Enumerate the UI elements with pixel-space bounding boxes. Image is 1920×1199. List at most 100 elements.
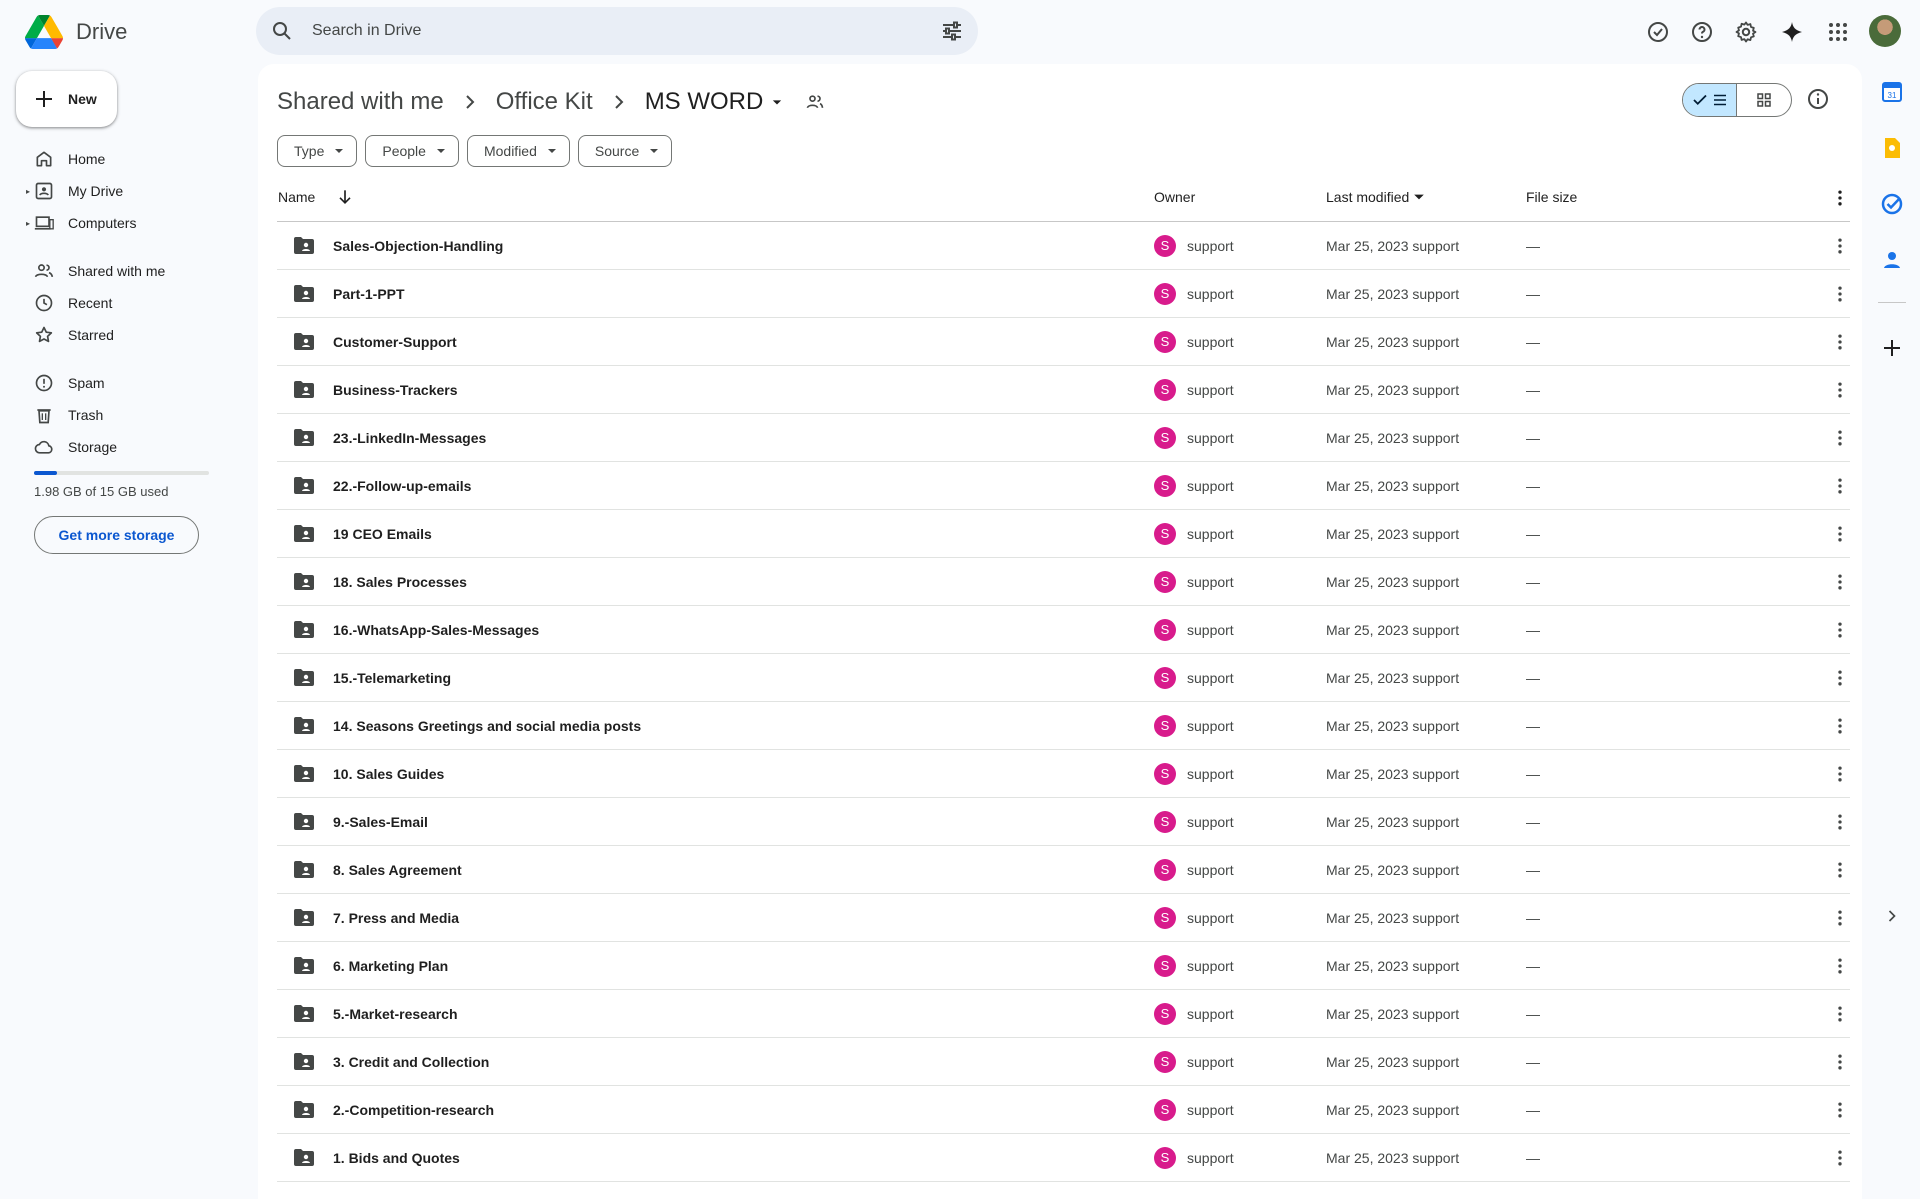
table-row[interactable]: 5.-Market-research Ssupport Mar 25, 2023 s… — [277, 990, 1850, 1038]
file-name[interactable]: 19 CEO Emails — [333, 526, 432, 542]
table-row[interactable]: 1. Bids and Quotes Ssupport Mar 25, 2023 s… — [277, 1134, 1850, 1182]
search-input[interactable] — [312, 15, 872, 47]
more-actions-icon[interactable] — [1830, 620, 1850, 640]
more-actions-icon[interactable] — [1830, 572, 1850, 592]
drive-logo[interactable]: Drive — [24, 12, 127, 52]
file-name[interactable]: 15.-Telemarketing — [333, 670, 451, 686]
table-row[interactable]: Business-Trackers Ssupport Mar 25, 2023 su… — [277, 366, 1850, 414]
more-actions-icon[interactable] — [1830, 428, 1850, 448]
more-actions-icon[interactable] — [1830, 764, 1850, 784]
table-row[interactable]: 19 CEO Emails Ssupport Mar 25, 2023 suppor… — [277, 510, 1850, 558]
file-name[interactable]: 3. Credit and Collection — [333, 1054, 489, 1070]
sidebar-item-shared-with-me[interactable]: Shared with me — [26, 255, 256, 287]
more-actions-icon[interactable] — [1830, 284, 1850, 304]
calendar-icon[interactable]: 31 — [1880, 80, 1904, 104]
file-name[interactable]: 14. Seasons Greetings and social media p… — [333, 718, 641, 734]
more-actions-icon[interactable] — [1830, 332, 1850, 352]
grid-view-button[interactable] — [1737, 84, 1791, 116]
more-actions-icon[interactable] — [1830, 1004, 1850, 1024]
list-view-button[interactable] — [1683, 84, 1738, 116]
file-name[interactable]: 8. Sales Agreement — [333, 862, 462, 878]
sidebar-item-home[interactable]: Home — [26, 143, 256, 175]
column-header-owner[interactable]: Owner — [1154, 189, 1195, 205]
column-header-last-modified[interactable]: Last modified — [1326, 189, 1425, 205]
breadcrumb-office-kit[interactable]: Office Kit — [496, 88, 593, 116]
table-row[interactable]: 18. Sales Processes Ssupport Mar 25, 2023 … — [277, 558, 1850, 606]
more-actions-icon[interactable] — [1830, 716, 1850, 736]
sidebar-item-my-drive[interactable]: ▸ My Drive — [26, 175, 256, 207]
more-vert-icon[interactable] — [1830, 188, 1850, 208]
table-row[interactable]: 3. Credit and Collection Ssupport Mar 25, … — [277, 1038, 1850, 1086]
expand-caret-icon[interactable]: ▸ — [26, 187, 32, 196]
file-name[interactable]: Sales-Objection-Handling — [333, 238, 503, 254]
table-row[interactable]: 16.-WhatsApp-Sales-Messages Ssupport Mar 2… — [277, 606, 1850, 654]
apps-grid-icon[interactable] — [1826, 20, 1850, 44]
more-actions-icon[interactable] — [1830, 236, 1850, 256]
more-actions-icon[interactable] — [1830, 380, 1850, 400]
search-bar[interactable] — [256, 7, 978, 55]
more-actions-icon[interactable] — [1830, 524, 1850, 544]
account-avatar[interactable] — [1869, 15, 1901, 47]
breadcrumb-shared-with-me[interactable]: Shared with me — [277, 88, 444, 116]
more-actions-icon[interactable] — [1830, 908, 1850, 928]
table-row[interactable]: 8. Sales Agreement Ssupport Mar 25, 2023 s… — [277, 846, 1850, 894]
table-row[interactable]: 6. Marketing Plan Ssupport Mar 25, 2023 su… — [277, 942, 1850, 990]
table-row[interactable]: 15.-Telemarketing Ssupport Mar 25, 2023 su… — [277, 654, 1850, 702]
file-name[interactable]: 23.-LinkedIn-Messages — [333, 430, 486, 446]
sidebar-item-storage[interactable]: Storage — [26, 431, 256, 463]
breadcrumb-current-folder[interactable]: MS WORD — [645, 88, 764, 116]
add-addon-plus-icon[interactable] — [1880, 336, 1904, 360]
table-row[interactable]: Part-1-PPT Ssupport Mar 25, 2023 support — — [277, 270, 1850, 318]
table-row[interactable]: 9.-Sales-Email Ssupport Mar 25, 2023 suppo… — [277, 798, 1850, 846]
table-row[interactable]: 2.-Competition-research Ssupport Mar 25, 2… — [277, 1086, 1850, 1134]
new-button[interactable]: New — [16, 71, 117, 127]
file-name[interactable]: 1. Bids and Quotes — [333, 1150, 460, 1166]
get-more-storage-button[interactable]: Get more storage — [34, 516, 199, 554]
expand-side-panel-chevron-icon[interactable] — [1882, 906, 1902, 926]
offline-ready-icon[interactable] — [1646, 20, 1670, 44]
sidebar-item-computers[interactable]: ▸ Computers — [26, 207, 256, 239]
table-row[interactable]: 14. Seasons Greetings and social media p… — [277, 702, 1850, 750]
file-name[interactable]: Part-1-PPT — [333, 286, 405, 302]
sidebar-item-starred[interactable]: Starred — [26, 319, 256, 351]
file-name[interactable]: 6. Marketing Plan — [333, 958, 448, 974]
table-row[interactable]: Sales-Objection-Handling Ssupport Mar 25, … — [277, 222, 1850, 270]
column-header-name[interactable]: Name — [278, 189, 315, 205]
more-actions-icon[interactable] — [1830, 956, 1850, 976]
info-icon[interactable] — [1806, 87, 1830, 111]
filter-people[interactable]: People — [365, 135, 459, 167]
keep-icon[interactable] — [1880, 136, 1904, 160]
file-name[interactable]: 16.-WhatsApp-Sales-Messages — [333, 622, 539, 638]
table-row[interactable]: Customer-Support Ssupport Mar 25, 2023 sup… — [277, 318, 1850, 366]
more-actions-icon[interactable] — [1830, 1148, 1850, 1168]
sort-arrow-down-icon[interactable] — [335, 187, 355, 207]
tasks-icon[interactable] — [1880, 192, 1904, 216]
sidebar-item-recent[interactable]: Recent — [26, 287, 256, 319]
table-row[interactable]: 7. Press and Media Ssupport Mar 25, 2023 s… — [277, 894, 1850, 942]
file-name[interactable]: 22.-Follow-up-emails — [333, 478, 471, 494]
more-actions-icon[interactable] — [1830, 1052, 1850, 1072]
table-row[interactable]: 10. Sales Guides Ssupport Mar 25, 2023 sup… — [277, 750, 1850, 798]
file-name[interactable]: Business-Trackers — [333, 382, 458, 398]
help-icon[interactable] — [1690, 20, 1714, 44]
more-actions-icon[interactable] — [1830, 812, 1850, 832]
more-actions-icon[interactable] — [1830, 476, 1850, 496]
more-actions-icon[interactable] — [1830, 860, 1850, 880]
file-name[interactable]: 18. Sales Processes — [333, 574, 467, 590]
file-name[interactable]: Customer-Support — [333, 334, 457, 350]
file-name[interactable]: 7. Press and Media — [333, 910, 459, 926]
file-name[interactable]: 2.-Competition-research — [333, 1102, 494, 1118]
more-actions-icon[interactable] — [1830, 1100, 1850, 1120]
shared-people-icon[interactable] — [805, 92, 825, 112]
more-actions-icon[interactable] — [1830, 668, 1850, 688]
file-name[interactable]: 5.-Market-research — [333, 1006, 458, 1022]
file-name[interactable]: 10. Sales Guides — [333, 766, 444, 782]
file-name[interactable]: 9.-Sales-Email — [333, 814, 428, 830]
settings-gear-icon[interactable] — [1734, 20, 1758, 44]
filter-source[interactable]: Source — [577, 135, 673, 167]
table-row[interactable]: 22.-Follow-up-emails Ssupport Mar 25, 2023… — [277, 462, 1850, 510]
column-header-file-size[interactable]: File size — [1526, 189, 1577, 205]
gemini-sparkle-icon[interactable] — [1780, 20, 1804, 44]
table-row[interactable]: 23.-LinkedIn-Messages Ssupport Mar 25, 202… — [277, 414, 1850, 462]
search-icon[interactable] — [270, 19, 294, 43]
